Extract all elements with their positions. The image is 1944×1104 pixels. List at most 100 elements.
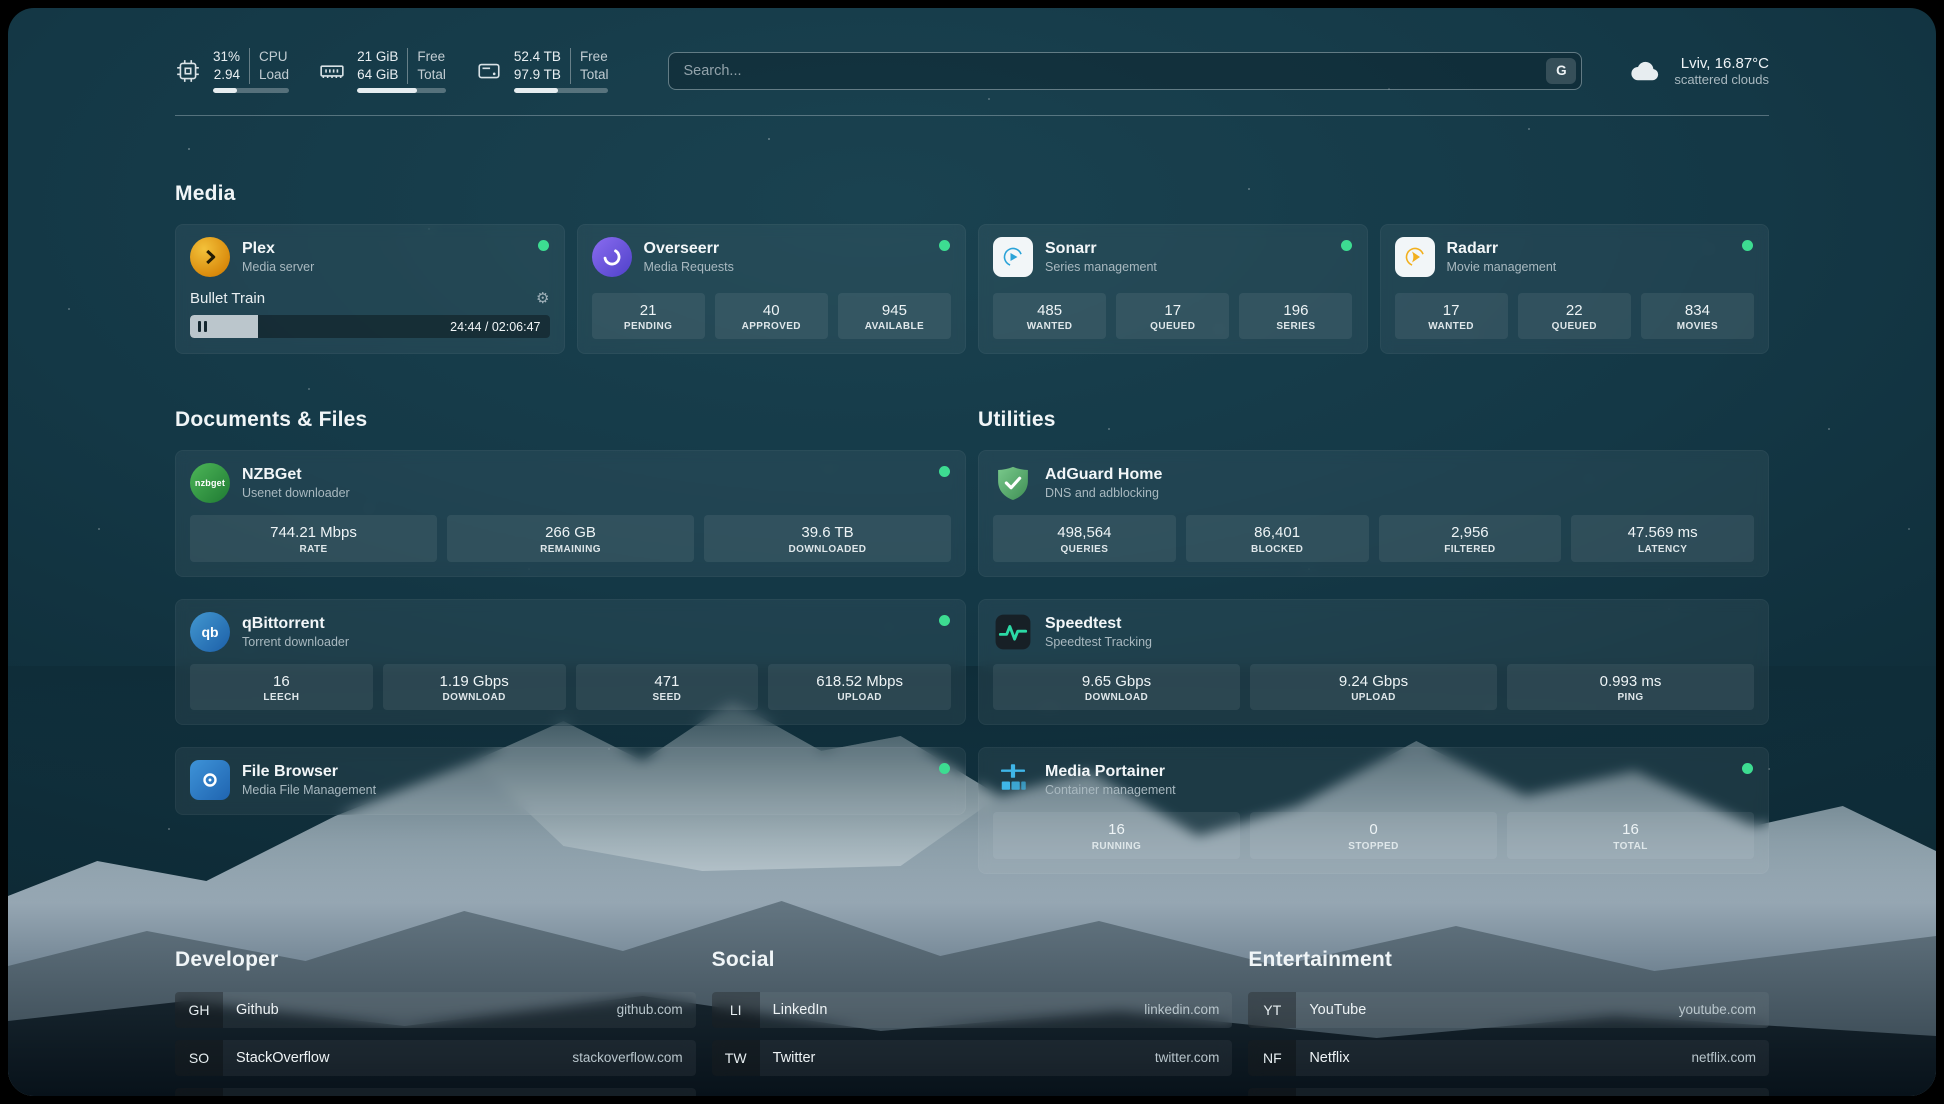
plex-icon: [190, 237, 230, 277]
adguard-icon: [993, 463, 1033, 503]
bookmark-group-social: Social LI LinkedIn linkedin.com TW Twitt…: [712, 948, 1233, 1076]
bookmark-reddit[interactable]: RE Reddit reddit.com: [1248, 1088, 1769, 1096]
bookmark-youtube[interactable]: YT YouTube youtube.com: [1248, 992, 1769, 1028]
qbittorrent-stat-download: 1.19 Gbps DOWNLOAD: [383, 664, 566, 711]
bookmark-linkedin[interactable]: LI LinkedIn linkedin.com: [712, 992, 1233, 1028]
search-input[interactable]: [668, 52, 1582, 90]
status-dot: [538, 240, 549, 251]
service-name: Media Portainer: [1045, 762, 1176, 782]
service-subtitle: Usenet downloader: [242, 485, 350, 501]
adguard-stat-latency: 47.569 ms LATENCY: [1571, 515, 1754, 562]
cpu-widget: 31% 2.94 CPU Load: [175, 48, 289, 93]
memory-free-value: 21 GiB: [357, 48, 398, 66]
plex-progress-bar[interactable]: 24:44 / 02:06:47: [190, 315, 550, 338]
search-provider-button[interactable]: G: [1546, 58, 1576, 84]
section-heading-documents: Documents & Files: [175, 408, 966, 432]
status-dot: [939, 763, 950, 774]
portainer-stat-stopped: 0 STOPPED: [1250, 812, 1497, 859]
section-heading-entertainment: Entertainment: [1248, 948, 1769, 972]
nzbget-card[interactable]: nzbget NZBGet Usenet downloader 744.21 M…: [175, 450, 966, 577]
qbittorrent-stat-leech: 16 LEECH: [190, 664, 373, 711]
gear-icon[interactable]: ⚙: [536, 289, 549, 307]
search-bar: G: [668, 52, 1582, 90]
service-subtitle: Speedtest Tracking: [1045, 634, 1152, 650]
memory-total-value: 64 GiB: [357, 66, 398, 84]
memory-total-label: Total: [417, 66, 446, 84]
dashboard-window: 31% 2.94 CPU Load: [8, 8, 1936, 1096]
plex-card[interactable]: Plex Media server Bullet Train ⚙ 24:44 /…: [175, 224, 565, 354]
memory-widget: 21 GiB 64 GiB Free Total: [319, 48, 446, 93]
sonarr-stat-wanted: 485 WANTED: [993, 293, 1106, 340]
bookmark-abbr: LI: [712, 992, 760, 1028]
overseerr-card[interactable]: Overseerr Media Requests 21 PENDING 40 A…: [577, 224, 967, 354]
bookmark-github[interactable]: GH Github github.com: [175, 992, 696, 1028]
service-subtitle: Media server: [242, 259, 314, 275]
bookmark-dev[interactable]: DT DEV dev.to: [175, 1088, 696, 1096]
qbittorrent-card[interactable]: qb qBittorrent Torrent downloader 16: [175, 599, 966, 726]
speedtest-card[interactable]: Speedtest Speedtest Tracking 9.65 Gbps D…: [978, 599, 1769, 726]
speedtest-stat-upload: 9.24 Gbps UPLOAD: [1250, 664, 1497, 711]
cpu-usage-label: CPU: [259, 48, 289, 66]
service-subtitle: Torrent downloader: [242, 634, 349, 650]
memory-free-label: Free: [417, 48, 446, 66]
service-subtitle: Media Requests: [644, 259, 734, 275]
bookmark-netflix[interactable]: NF Netflix netflix.com: [1248, 1040, 1769, 1076]
nzbget-stat-rate: 744.21 Mbps RATE: [190, 515, 437, 562]
qbittorrent-stat-upload: 618.52 Mbps UPLOAD: [768, 664, 951, 711]
bookmark-url: stackoverflow.com: [572, 1050, 682, 1065]
status-dot: [1742, 240, 1753, 251]
radarr-stat-queued: 22 QUEUED: [1518, 293, 1631, 340]
portainer-card[interactable]: Media Portainer Container management 16 …: [978, 747, 1769, 874]
speedtest-icon: [993, 612, 1033, 652]
cloud-icon: [1628, 54, 1662, 88]
adguard-stat-blocked: 86,401 BLOCKED: [1186, 515, 1369, 562]
adguard-card[interactable]: AdGuard Home DNS and adblocking 498,564 …: [978, 450, 1769, 577]
service-name: Plex: [242, 239, 314, 259]
bookmark-url: youtube.com: [1679, 1002, 1756, 1017]
service-name: Radarr: [1447, 239, 1557, 259]
radarr-stat-movies: 834 MOVIES: [1641, 293, 1754, 340]
portainer-icon: [993, 760, 1033, 800]
disk-total-value: 97.9 TB: [514, 66, 561, 84]
speedtest-stat-download: 9.65 Gbps DOWNLOAD: [993, 664, 1240, 711]
filebrowser-icon: [190, 760, 230, 800]
sonarr-card[interactable]: Sonarr Series management 485 WANTED 17 Q…: [978, 224, 1368, 354]
cpu-usage-value: 31%: [213, 48, 240, 66]
service-subtitle: Media File Management: [242, 782, 376, 798]
speedtest-stat-ping: 0.993 ms PING: [1507, 664, 1754, 711]
now-playing-title: Bullet Train: [190, 290, 265, 307]
bookmark-stackoverflow[interactable]: SO StackOverflow stackoverflow.com: [175, 1040, 696, 1076]
nzbget-icon: nzbget: [190, 463, 230, 503]
status-dot: [1341, 240, 1352, 251]
sonarr-stat-series: 196 SERIES: [1239, 293, 1352, 340]
overseerr-stat-approved: 40 APPROVED: [715, 293, 828, 340]
radarr-card[interactable]: Radarr Movie management 17 WANTED 22 QUE…: [1380, 224, 1770, 354]
disk-progress-bar: [514, 88, 609, 93]
disk-widget: 52.4 TB 97.9 TB Free Total: [476, 48, 609, 93]
bookmark-name: Netflix: [1309, 1050, 1349, 1066]
disk-free-value: 52.4 TB: [514, 48, 561, 66]
adguard-stat-queries: 498,564 QUERIES: [993, 515, 1176, 562]
bookmark-abbr: DT: [175, 1088, 223, 1096]
bookmark-abbr: TW: [712, 1040, 760, 1076]
portainer-stat-running: 16 RUNNING: [993, 812, 1240, 859]
memory-progress-bar: [357, 88, 446, 93]
service-subtitle: DNS and adblocking: [1045, 485, 1162, 501]
radarr-stat-wanted: 17 WANTED: [1395, 293, 1508, 340]
status-dot: [939, 240, 950, 251]
bookmark-name: StackOverflow: [236, 1050, 329, 1066]
bookmark-twitter[interactable]: TW Twitter twitter.com: [712, 1040, 1233, 1076]
service-subtitle: Movie management: [1447, 259, 1557, 275]
filebrowser-card[interactable]: File Browser Media File Management: [175, 747, 966, 815]
pause-button[interactable]: [198, 321, 207, 332]
sonarr-stat-queued: 17 QUEUED: [1116, 293, 1229, 340]
status-dot: [1742, 763, 1753, 774]
service-name: AdGuard Home: [1045, 465, 1162, 485]
section-heading-social: Social: [712, 948, 1233, 972]
weather-widget: Lviv, 16.87°C scattered clouds: [1628, 54, 1769, 88]
bookmark-name: LinkedIn: [773, 1002, 828, 1018]
bookmark-abbr: SO: [175, 1040, 223, 1076]
bookmark-name: YouTube: [1309, 1002, 1366, 1018]
disk-total-label: Total: [580, 66, 609, 84]
disk-icon: [476, 58, 502, 84]
